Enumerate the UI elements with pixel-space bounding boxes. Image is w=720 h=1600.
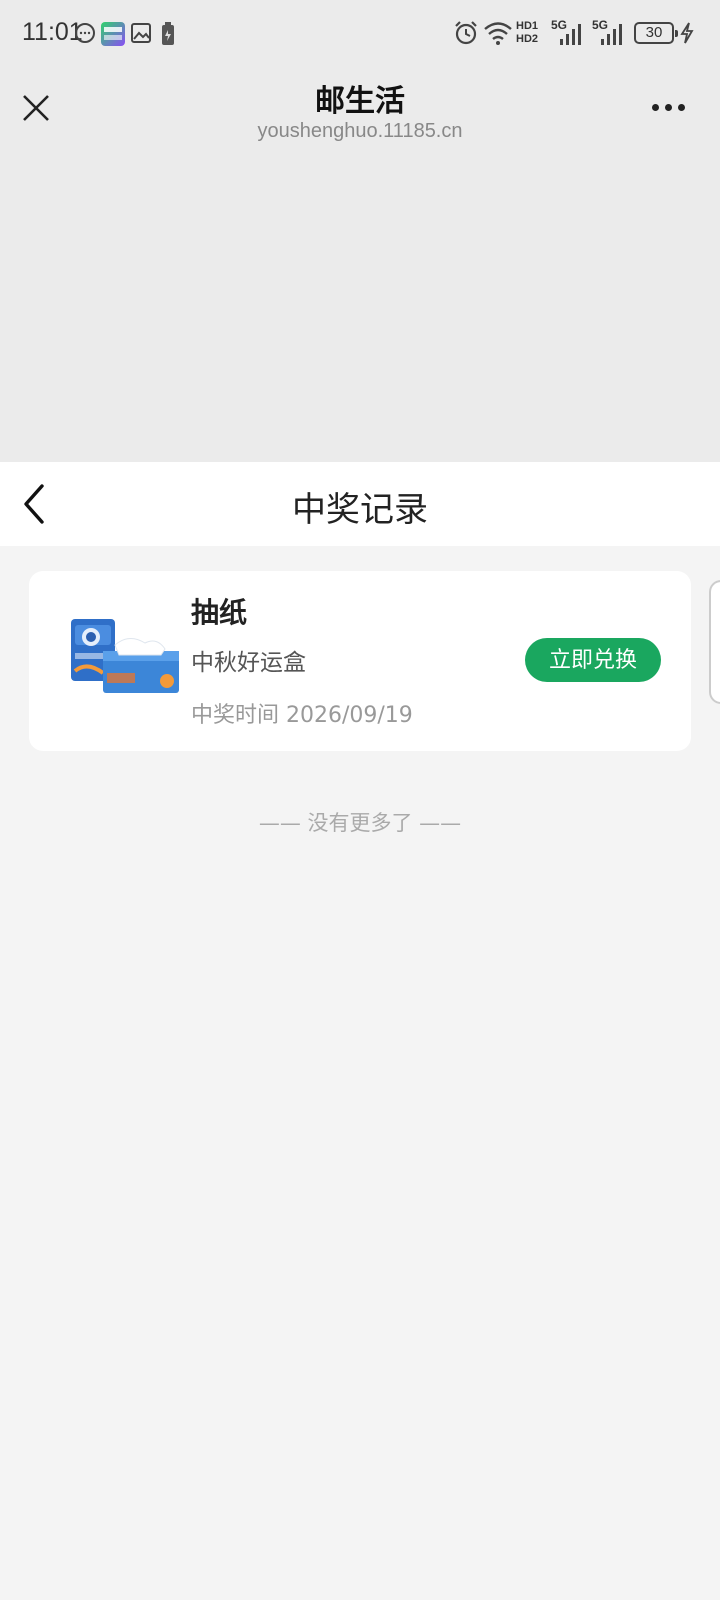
mini-program-top-area	[0, 0, 720, 462]
hd2-label: HD2	[516, 33, 539, 45]
prize-record-card[interactable]: 抽纸 中秋好运盒 中奖时间 2026/09/19 立即兑换	[29, 571, 691, 751]
battery-saver-icon	[162, 22, 174, 45]
mini-program-url: youshenghuo.11185.cn	[257, 120, 463, 142]
bolt-icon	[680, 22, 694, 44]
wifi-icon	[484, 22, 512, 45]
hd1-label: HD1	[516, 20, 539, 32]
prize-time: 中奖时间 2026/09/19	[191, 703, 413, 728]
signal-icon	[560, 24, 581, 45]
redeem-button[interactable]: 立即兑换	[525, 638, 661, 682]
mini-program-title: 邮生活	[315, 84, 405, 119]
signal-icon	[601, 24, 622, 45]
prize-source: 中秋好运盒	[191, 650, 306, 676]
alarm-icon	[455, 21, 477, 45]
chat-bubble-icon	[75, 23, 95, 43]
side-floating-tab[interactable]	[709, 580, 720, 704]
battery-indicator: 30	[634, 22, 678, 44]
tissue-product-image	[71, 619, 179, 693]
no-more-text: —— 没有更多了 ——	[258, 811, 462, 835]
page-title: 中奖记录	[292, 490, 428, 530]
gallery-icon	[131, 23, 151, 43]
more-icon[interactable]	[650, 104, 688, 114]
iqiyi-app-icon	[101, 22, 125, 46]
battery-level: 30	[645, 24, 663, 41]
prize-name: 抽纸	[191, 596, 248, 629]
page-header: 中奖记录	[0, 462, 720, 546]
status-bar: 11:01 HD1 HD2 5G 5G 30	[0, 0, 720, 66]
